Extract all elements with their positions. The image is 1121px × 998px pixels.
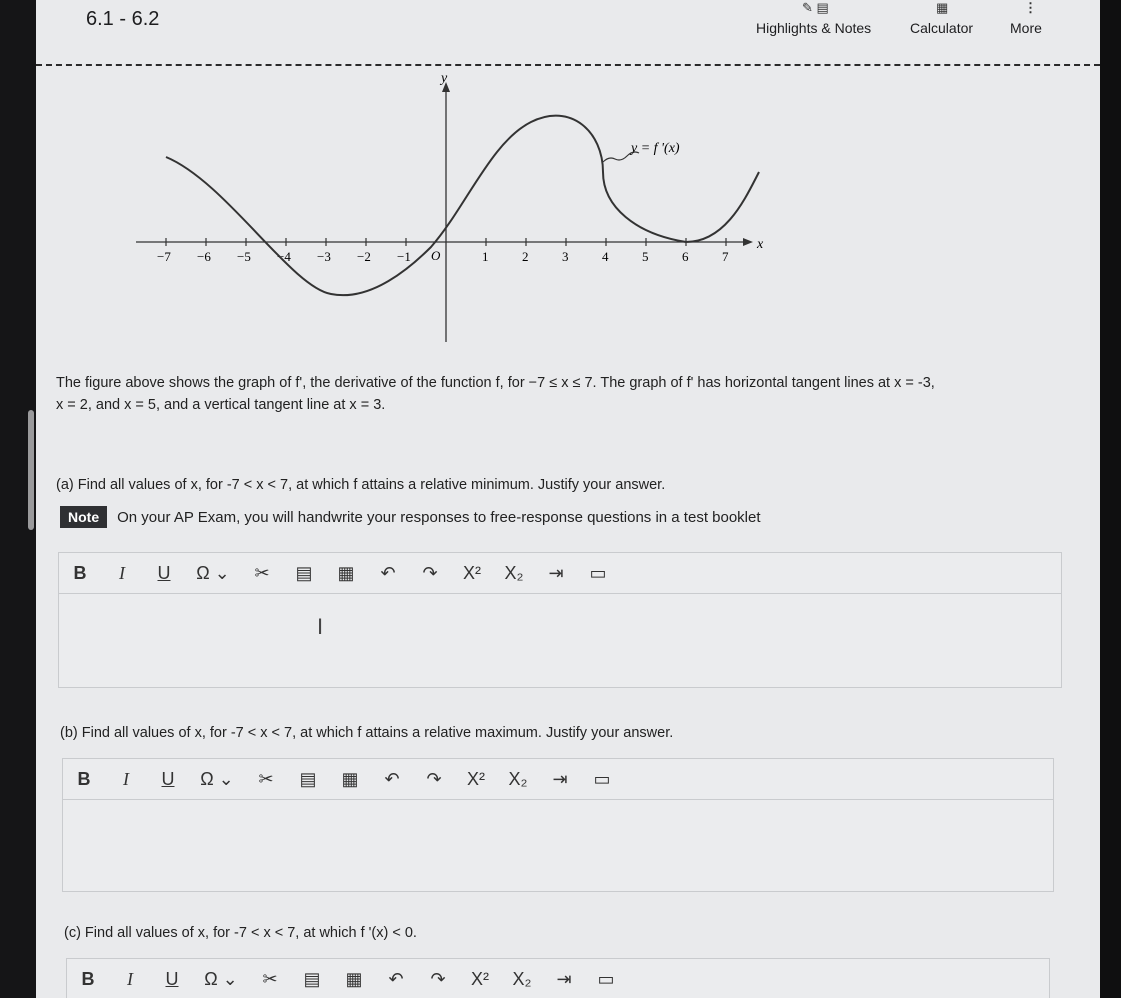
subscript-button[interactable]: X₂ xyxy=(497,763,539,795)
special-character-button[interactable]: Ω ⌄ xyxy=(189,763,245,795)
underline-button[interactable]: U xyxy=(143,557,185,589)
response-editor-b: B I U Ω ⌄ ✂ ▤ ▦ ↶ ↷ X² X₂ ⇥ ▭ xyxy=(62,758,1054,892)
superscript-button[interactable]: X² xyxy=(451,557,493,589)
bold-button[interactable]: B xyxy=(67,963,109,995)
indent-list-icon[interactable]: ⇥ xyxy=(535,557,577,589)
editor-toolbar: B I U Ω ⌄ ✂ ▤ ▦ ↶ ↷ X² X₂ ⇥ ▭ xyxy=(59,553,1061,594)
more-vertical-icon: ⋮ xyxy=(1024,0,1037,15)
paste-icon[interactable]: ▦ xyxy=(333,963,375,995)
italic-button[interactable]: I xyxy=(101,557,143,589)
underline-button[interactable]: U xyxy=(147,763,189,795)
intro-line-2: x = 2, and x = 5, and a vertical tangent… xyxy=(56,397,386,413)
x-axis-arrow xyxy=(743,238,753,246)
derivative-graph: y x −7 −6 −5 −4 −3 −2 −1 1 2 3 4 5 6 7 O y = f '(x) xyxy=(136,72,764,342)
redo-icon[interactable]: ↷ xyxy=(417,963,459,995)
note-text: On your AP Exam, you will handwrite your… xyxy=(117,508,761,526)
x-tick-label: −2 xyxy=(357,249,371,264)
undo-icon[interactable]: ↶ xyxy=(375,963,417,995)
x-tick-label: 5 xyxy=(642,249,649,264)
y-axis-label: y xyxy=(439,72,448,86)
bold-button[interactable]: B xyxy=(59,557,101,589)
editor-toolbar: B I U Ω ⌄ ✂ ▤ ▦ ↶ ↷ X² X₂ ⇥ ▭ xyxy=(67,959,1049,998)
subscript-button[interactable]: X₂ xyxy=(501,963,543,995)
curve-label: y = f '(x) xyxy=(629,141,680,156)
x-tick-label: −5 xyxy=(237,249,251,264)
undo-icon[interactable]: ↶ xyxy=(367,557,409,589)
highlights-notes-button[interactable]: Highlights & Notes xyxy=(756,20,871,36)
more-button[interactable]: More xyxy=(1010,20,1042,36)
header-divider xyxy=(36,64,1100,66)
image-icon[interactable]: ▭ xyxy=(581,763,623,795)
image-icon[interactable]: ▭ xyxy=(577,557,619,589)
paste-icon[interactable]: ▦ xyxy=(329,763,371,795)
note-row: Note On your AP Exam, you will handwrite… xyxy=(60,506,761,528)
copy-icon[interactable]: ▤ xyxy=(283,557,325,589)
cut-button[interactable]: ✂ xyxy=(241,557,283,589)
calculator-icon: ▦ xyxy=(936,0,949,15)
device-bezel-right xyxy=(1100,0,1121,998)
calculator-button[interactable]: Calculator xyxy=(910,20,973,36)
redo-icon[interactable]: ↷ xyxy=(413,763,455,795)
note-badge: Note xyxy=(60,506,108,528)
problem-intro: The figure above shows the graph of f', … xyxy=(56,372,1086,416)
header: 6.1 - 6.2 ✎ ▤ Highlights & Notes ▦ Calcu… xyxy=(36,0,1100,66)
editor-toolbar: B I U Ω ⌄ ✂ ▤ ▦ ↶ ↷ X² X₂ ⇥ ▭ xyxy=(63,759,1053,800)
response-editor-a: B I U Ω ⌄ ✂ ▤ ▦ ↶ ↷ X² X₂ ⇥ ▭ I xyxy=(58,552,1062,688)
x-tick-label: 3 xyxy=(562,249,569,264)
part-b-prompt: (b) Find all values of x, for -7 < x < 7… xyxy=(60,725,674,741)
scrollbar-thumb[interactable] xyxy=(28,410,34,530)
x-tick-label: −7 xyxy=(157,249,171,264)
indent-list-icon[interactable]: ⇥ xyxy=(543,963,585,995)
superscript-button[interactable]: X² xyxy=(455,763,497,795)
x-tick-label: 4 xyxy=(602,249,609,264)
redo-icon[interactable]: ↷ xyxy=(409,557,451,589)
special-character-button[interactable]: Ω ⌄ xyxy=(185,557,241,589)
italic-button[interactable]: I xyxy=(105,763,147,795)
x-tick-label: −3 xyxy=(317,249,331,264)
x-tick-label: 2 xyxy=(522,249,529,264)
cut-button[interactable]: ✂ xyxy=(245,763,287,795)
screen: 6.1 - 6.2 ✎ ▤ Highlights & Notes ▦ Calcu… xyxy=(36,0,1100,998)
x-tick-label: 6 xyxy=(682,249,689,264)
x-tick-label: −1 xyxy=(397,249,411,264)
part-c-prompt: (c) Find all values of x, for -7 < x < 7… xyxy=(64,925,417,941)
x-tick-label: −6 xyxy=(197,249,211,264)
indent-list-icon[interactable]: ⇥ xyxy=(539,763,581,795)
text-cursor-icon: I xyxy=(317,614,324,639)
cut-button[interactable]: ✂ xyxy=(249,963,291,995)
response-editor-c: B I U Ω ⌄ ✂ ▤ ▦ ↶ ↷ X² X₂ ⇥ ▭ xyxy=(66,958,1050,998)
origin-label: O xyxy=(431,248,441,263)
x-tick-label: 1 xyxy=(482,249,489,264)
paste-icon[interactable]: ▦ xyxy=(325,557,367,589)
special-character-button[interactable]: Ω ⌄ xyxy=(193,963,249,995)
page-title: 6.1 - 6.2 xyxy=(86,8,160,30)
highlighter-icon: ✎ ▤ xyxy=(802,0,829,15)
bold-button[interactable]: B xyxy=(63,763,105,795)
underline-button[interactable]: U xyxy=(151,963,193,995)
intro-line-1: The figure above shows the graph of f', … xyxy=(56,375,935,391)
superscript-button[interactable]: X² xyxy=(459,963,501,995)
image-icon[interactable]: ▭ xyxy=(585,963,627,995)
italic-button[interactable]: I xyxy=(109,963,151,995)
x-tick-label: 7 xyxy=(722,249,729,264)
copy-icon[interactable]: ▤ xyxy=(287,763,329,795)
response-text-area-a[interactable]: I xyxy=(59,594,1061,682)
response-text-area-b[interactable] xyxy=(63,800,1053,888)
x-axis-label: x xyxy=(756,237,764,252)
undo-icon[interactable]: ↶ xyxy=(371,763,413,795)
copy-icon[interactable]: ▤ xyxy=(291,963,333,995)
subscript-button[interactable]: X₂ xyxy=(493,557,535,589)
part-a-prompt: (a) Find all values of x, for -7 < x < 7… xyxy=(56,477,666,493)
